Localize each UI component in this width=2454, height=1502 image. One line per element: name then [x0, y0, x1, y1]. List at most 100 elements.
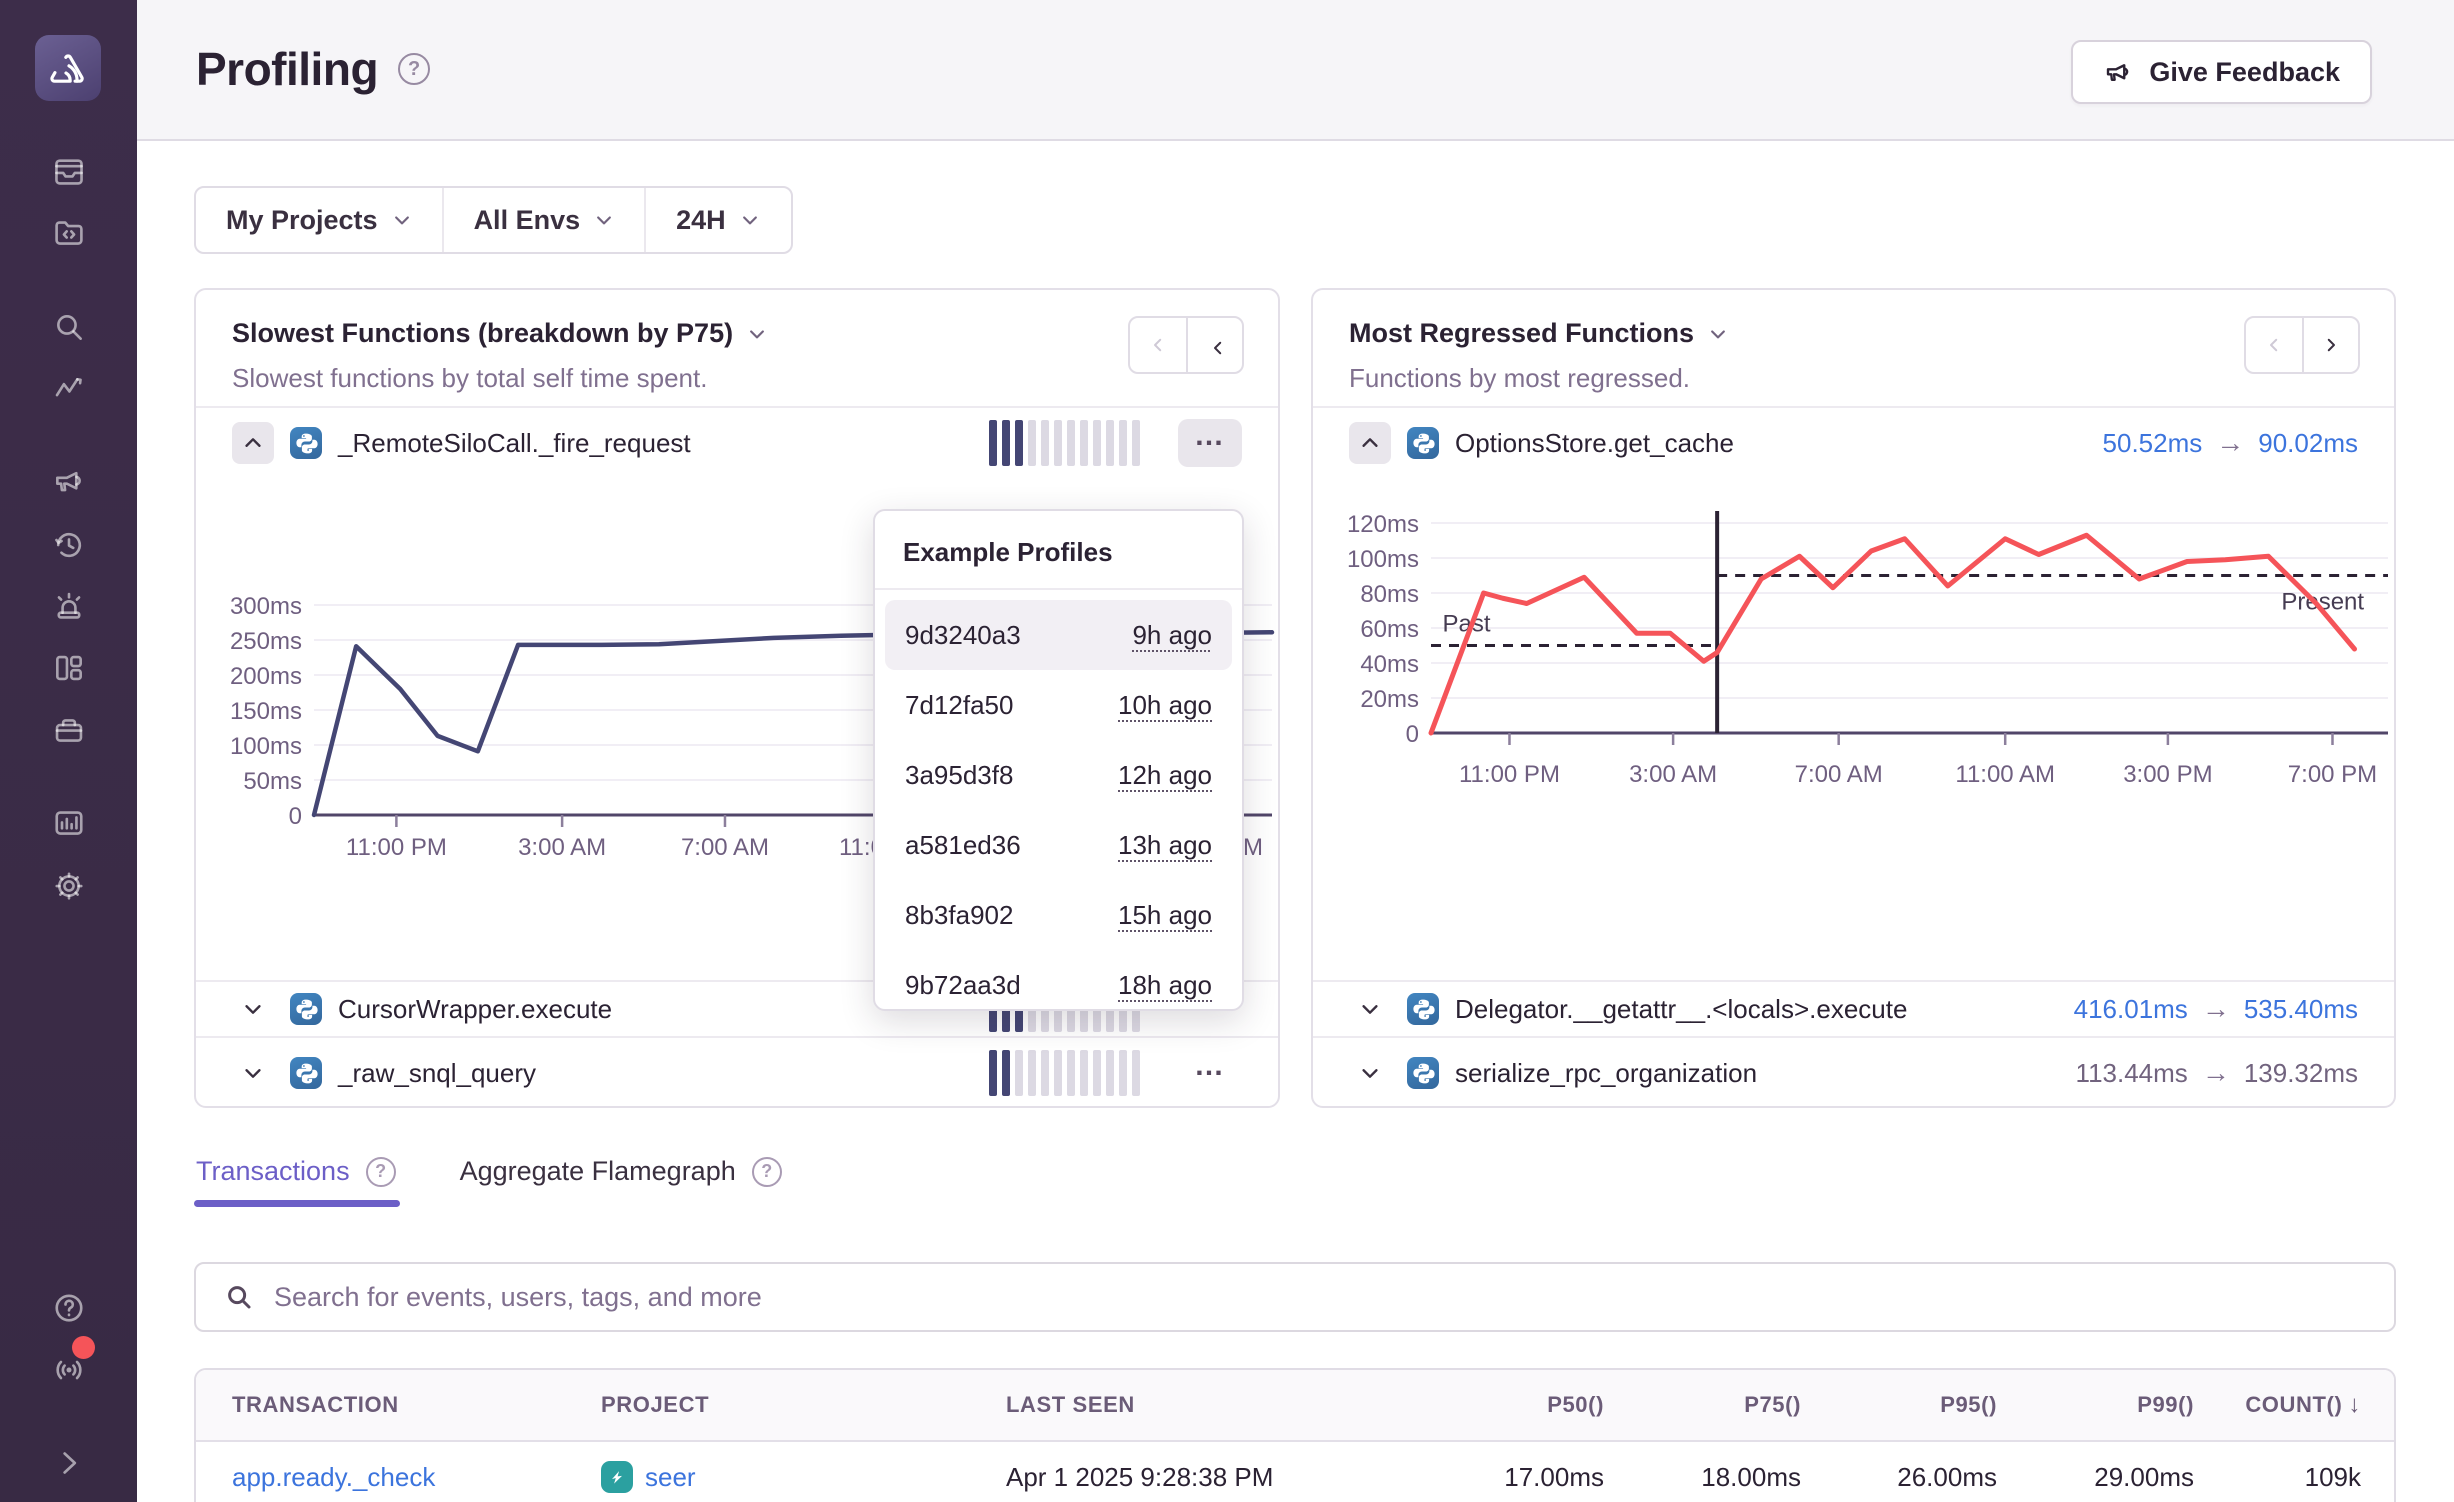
column-header-transaction[interactable]: TRANSACTION	[196, 1392, 601, 1418]
profile-item[interactable]: 9d3240a3 9h ago	[885, 600, 1232, 670]
svg-text:100ms: 100ms	[1347, 546, 1419, 573]
expand-button[interactable]	[232, 988, 274, 1030]
before-duration-link[interactable]: 50.52ms	[2103, 428, 2203, 459]
sidebar-collapse-icon[interactable]	[51, 1446, 86, 1481]
minibar	[1093, 1050, 1101, 1096]
table-row[interactable]: app.ready._check seer Apr 1 2025 9:28:38…	[196, 1442, 2394, 1502]
minibar	[1080, 1050, 1088, 1096]
sidebar-item-replays[interactable]	[51, 528, 86, 563]
period-filter[interactable]: 24H	[644, 188, 790, 252]
profile-item[interactable]: a581ed36 13h ago	[885, 810, 1232, 880]
next-page-button[interactable]	[2302, 318, 2358, 372]
project-link[interactable]: seer	[645, 1462, 696, 1493]
column-header-p75[interactable]: P75()	[1604, 1392, 1801, 1418]
sidebar-item-alerts[interactable]	[51, 589, 86, 624]
column-header-p99[interactable]: P99()	[1997, 1392, 2194, 1418]
prev-page-button[interactable]	[1130, 318, 1186, 372]
function-name: CursorWrapper.execute	[338, 994, 612, 1025]
column-header-p95[interactable]: P95()	[1801, 1392, 1997, 1418]
give-feedback-button[interactable]: Give Feedback	[2071, 40, 2372, 104]
profile-age-link[interactable]: 12h ago	[1118, 760, 1212, 791]
before-duration-link[interactable]: 416.01ms	[2074, 994, 2188, 1025]
svg-text:11:00 AM: 11:00 AM	[1955, 761, 2055, 788]
page-title: Profiling	[196, 42, 378, 96]
next-page-button[interactable]	[1186, 318, 1242, 372]
sort-desc-icon: ↓	[2348, 1391, 2361, 1419]
tab-help-icon[interactable]: ?	[752, 1157, 782, 1187]
profile-age-link[interactable]: 9h ago	[1132, 620, 1212, 651]
tab-transactions[interactable]: Transactions ?	[196, 1156, 396, 1187]
sidebar-item-feedback[interactable]	[51, 464, 86, 499]
before-duration: 113.44ms	[2076, 1058, 2188, 1089]
filter-bar: My Projects All Envs 24H	[194, 186, 793, 254]
function-row[interactable]: Delegator.__getattr__.<locals>.execute 4…	[1313, 980, 2394, 1036]
expand-button[interactable]	[232, 1052, 274, 1094]
function-name: _raw_snql_query	[338, 1058, 536, 1089]
sidebar-item-stats[interactable]	[51, 806, 86, 841]
minibar	[1054, 1050, 1062, 1096]
svg-text:7:00 PM: 7:00 PM	[2288, 761, 2377, 788]
sidebar-item-issues[interactable]	[51, 155, 86, 190]
function-row[interactable]: OptionsStore.get_cache 50.52ms → 90.02ms	[1313, 408, 2394, 478]
sidebar-item-traces[interactable]	[51, 373, 86, 408]
profile-age-link[interactable]: 10h ago	[1118, 690, 1212, 721]
profile-item[interactable]: 7d12fa50 10h ago	[885, 670, 1232, 740]
expand-button[interactable]	[1349, 1052, 1391, 1094]
expand-button[interactable]	[1349, 988, 1391, 1030]
prev-page-button[interactable]	[2246, 318, 2302, 372]
svg-text:20ms: 20ms	[1360, 686, 1419, 713]
tab-aggregate-flamegraph[interactable]: Aggregate Flamegraph ?	[460, 1156, 782, 1187]
function-menu-button[interactable]: …	[1178, 419, 1242, 467]
function-row[interactable]: serialize_rpc_organization 113.44ms → 13…	[1313, 1036, 2394, 1108]
count-value: 109k	[2194, 1462, 2394, 1493]
help-icon[interactable]	[51, 1291, 86, 1326]
search-input[interactable]	[274, 1282, 2366, 1313]
sidebar-item-explore[interactable]	[51, 216, 86, 251]
most-regressed-title[interactable]: Most Regressed Functions	[1349, 318, 1694, 349]
column-header-project[interactable]: PROJECT	[601, 1392, 1006, 1418]
chevron-down-icon[interactable]	[1708, 324, 1728, 344]
sidebar-item-settings[interactable]	[51, 869, 86, 904]
slowest-functions-title[interactable]: Slowest Functions (breakdown by P75)	[232, 318, 733, 349]
collapse-button[interactable]	[232, 422, 274, 464]
after-duration-link[interactable]: 535.40ms	[2244, 994, 2358, 1025]
column-header-last-seen[interactable]: LAST SEEN	[1006, 1392, 1414, 1418]
search-icon	[224, 1282, 254, 1312]
svg-text:3:00 AM: 3:00 AM	[518, 834, 606, 861]
python-icon	[1407, 1057, 1439, 1089]
environment-filter-label: All Envs	[474, 205, 581, 236]
profile-item[interactable]: 3a95d3f8 12h ago	[885, 740, 1232, 810]
svg-text:0: 0	[1406, 721, 1419, 748]
function-row[interactable]: _RemoteSiloCall._fire_request …	[196, 408, 1278, 478]
most-regressed-panel: Most Regressed Functions Functions by mo…	[1311, 288, 2396, 1108]
sentry-logo[interactable]	[35, 35, 101, 101]
profile-age-link[interactable]: 13h ago	[1118, 830, 1212, 861]
search-bar	[194, 1262, 2396, 1332]
column-header-p50[interactable]: P50()	[1414, 1392, 1604, 1418]
svg-text:7:00 AM: 7:00 AM	[681, 834, 769, 861]
function-row[interactable]: _raw_snql_query …	[196, 1036, 1278, 1108]
project-filter[interactable]: My Projects	[196, 188, 442, 252]
column-header-count[interactable]: COUNT()↓	[2194, 1391, 2394, 1419]
profile-item[interactable]: 8b3fa902 15h ago	[885, 880, 1232, 950]
sidebar-item-search[interactable]	[51, 310, 86, 345]
profile-age-link[interactable]: 15h ago	[1118, 900, 1212, 931]
python-icon	[290, 427, 322, 459]
after-duration-link[interactable]: 90.02ms	[2258, 428, 2358, 459]
sidebar-item-releases[interactable]	[51, 713, 86, 748]
minibar	[1080, 420, 1088, 466]
environment-filter[interactable]: All Envs	[442, 188, 645, 252]
transaction-link[interactable]: app.ready._check	[232, 1462, 435, 1492]
page-help-icon[interactable]: ?	[398, 53, 430, 85]
chevron-down-icon	[392, 210, 412, 230]
profile-hash: a581ed36	[905, 830, 1021, 861]
collapse-button[interactable]	[1349, 422, 1391, 464]
svg-text:7:00 AM: 7:00 AM	[1795, 761, 1883, 788]
function-menu-button[interactable]: …	[1178, 1049, 1242, 1097]
tab-help-icon[interactable]: ?	[366, 1157, 396, 1187]
profile-age-link[interactable]: 18h ago	[1118, 970, 1212, 1001]
arrow-right-icon: →	[2202, 1057, 2230, 1089]
profile-item[interactable]: 9b72aa3d 18h ago	[885, 950, 1232, 1020]
chevron-down-icon[interactable]	[747, 324, 767, 344]
sidebar-item-dashboards[interactable]	[51, 651, 86, 686]
